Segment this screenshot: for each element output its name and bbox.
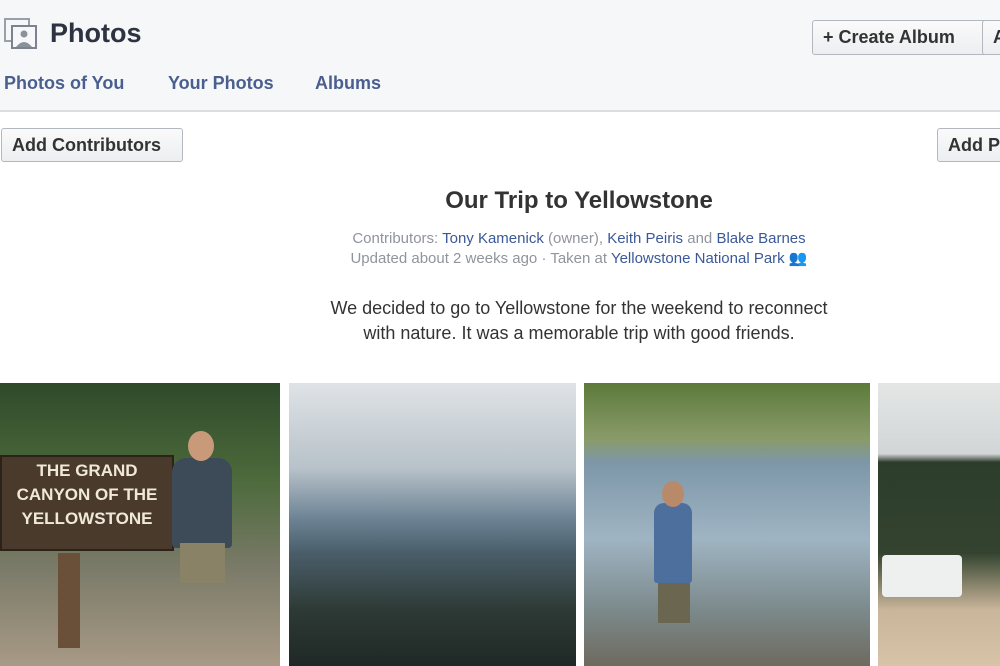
owner-tag: (owner),	[548, 230, 604, 247]
contributors-label: Contributors:	[352, 230, 439, 247]
photo-thumbnail[interactable]	[584, 383, 870, 666]
add-contributors-button[interactable]: Add Contributors	[1, 128, 183, 162]
location-link[interactable]: Yellowstone National Park	[611, 250, 785, 267]
and-text: and	[687, 230, 713, 247]
sign: THE GRAND CANYON OF THE YELLOWSTONE	[0, 455, 174, 551]
page-title: Photos	[50, 18, 142, 48]
album-title: Our Trip to Yellowstone	[445, 187, 713, 214]
description-line: with nature. It was a memorable trip wit…	[363, 323, 795, 343]
contributor-link[interactable]: Blake Barnes	[716, 230, 805, 247]
page-header: Photos + Create Album A Photos of You Yo…	[0, 0, 1000, 112]
contributor-link[interactable]: Tony Kamenick	[442, 230, 544, 247]
photo-thumbnail[interactable]: THE GRAND CANYON OF THE YELLOWSTONE	[0, 383, 280, 666]
photos-icon	[4, 18, 37, 49]
album-updated: Updated about 2 weeks ago · Taken at Yel…	[0, 249, 1000, 267]
add-photos-button[interactable]: Add P	[937, 128, 1000, 162]
tab-your-photos[interactable]: Your Photos	[168, 73, 274, 94]
photo-thumbnail[interactable]	[878, 383, 1000, 666]
create-album-button[interactable]: + Create Album	[812, 20, 990, 55]
updated-text: Updated about 2 weeks ago · Taken at	[350, 250, 608, 267]
tab-photos-of-you[interactable]: Photos of You	[4, 73, 124, 94]
album-description: We decided to go to Yellowstone for the …	[0, 296, 1000, 346]
partial-header-button[interactable]: A	[982, 20, 1000, 55]
photo-thumbnail[interactable]	[289, 383, 576, 666]
album-contributors: Contributors: Tony Kamenick (owner), Kei…	[0, 230, 1000, 247]
friends-icon: 👥	[788, 250, 808, 267]
contributor-link[interactable]: Keith Peiris	[607, 230, 683, 247]
tab-albums[interactable]: Albums	[315, 73, 381, 94]
description-line: We decided to go to Yellowstone for the …	[330, 298, 828, 318]
